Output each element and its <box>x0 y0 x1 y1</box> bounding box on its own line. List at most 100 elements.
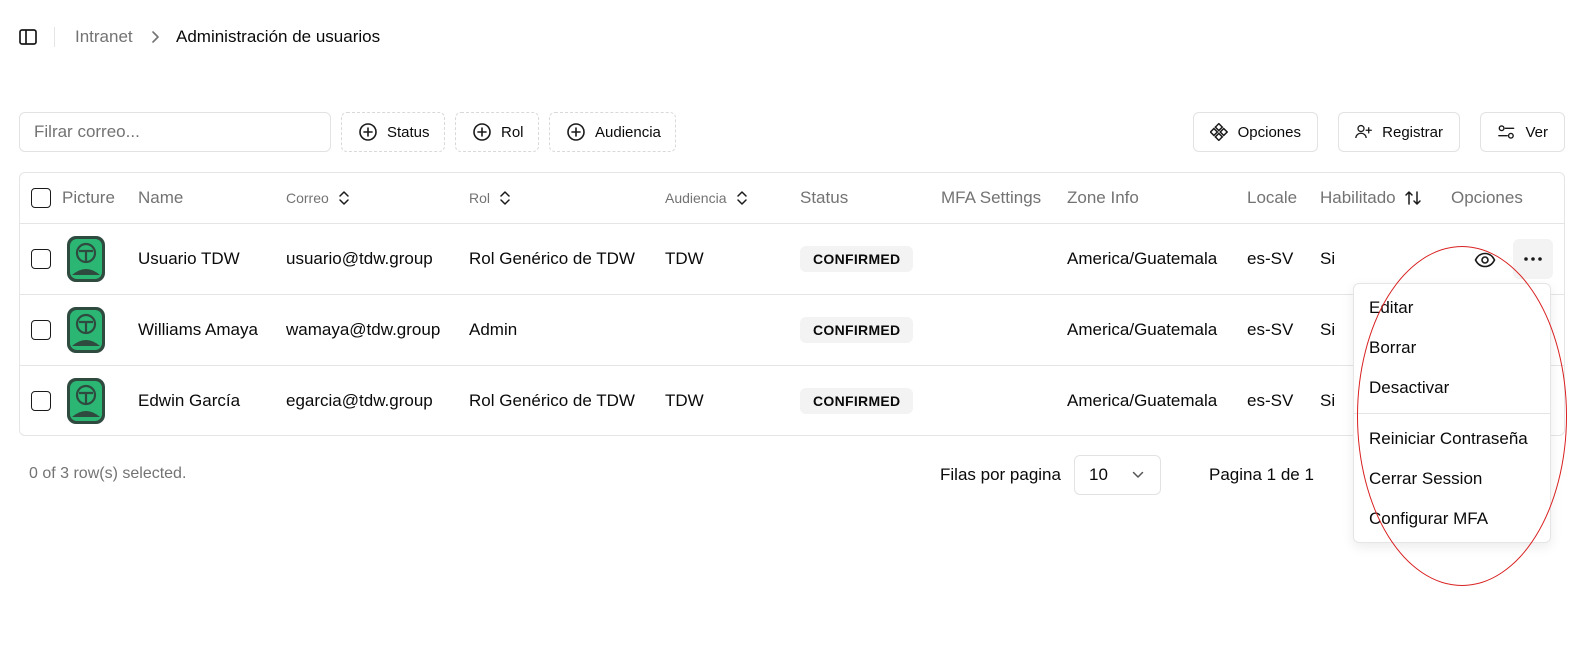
header-audiencia-label: Audiencia <box>665 190 727 206</box>
sort-icon <box>339 191 349 205</box>
table-row: Usuario TDW usuario@tdw.group Rol Genéri… <box>20 224 1564 295</box>
header-opciones: Opciones <box>1451 188 1523 207</box>
avatar-icon <box>67 307 105 353</box>
plus-circle-icon <box>567 123 585 141</box>
status-badge: CONFIRMED <box>800 388 914 414</box>
sidebar-toggle-icon[interactable] <box>18 27 38 47</box>
menu-divider <box>1354 413 1551 414</box>
cell-rol: Rol Genérico de TDW <box>469 249 635 268</box>
cell-correo: egarcia@tdw.group <box>286 391 433 410</box>
cell-audiencia: TDW <box>665 249 704 268</box>
header-habilitado[interactable]: Habilitado <box>1320 173 1422 223</box>
cell-name: Williams Amaya <box>138 320 258 339</box>
opciones-button-label: Opciones <box>1237 123 1301 141</box>
avatar-icon <box>67 236 105 282</box>
eye-icon <box>1474 252 1496 268</box>
options-icon <box>1210 123 1228 141</box>
cell-zone: America/Guatemala <box>1067 320 1218 339</box>
row-checkbox[interactable] <box>31 391 51 411</box>
cell-zone: America/Guatemala <box>1067 249 1218 268</box>
top-bar: Intranet Administración de usuarios <box>0 0 1572 74</box>
cell-habilitado: Si <box>1320 249 1336 268</box>
status-filter-label: Status <box>387 123 430 141</box>
registrar-button[interactable]: Registrar <box>1338 112 1460 152</box>
cell-correo: usuario@tdw.group <box>286 249 433 268</box>
header-status: Status <box>800 188 849 207</box>
filter-email-input[interactable] <box>19 112 331 152</box>
cell-status: CONFIRMED <box>800 224 914 294</box>
chevron-right-icon <box>150 30 162 44</box>
rol-filter-chip[interactable]: Rol <box>455 112 539 152</box>
plus-circle-icon <box>473 123 491 141</box>
header-mfa-settings: MFA Settings <box>941 188 1042 207</box>
sliders-icon <box>1498 125 1515 139</box>
rows-per-page-value: 10 <box>1089 465 1108 484</box>
ver-button[interactable]: Ver <box>1480 112 1565 152</box>
breadcrumb-root[interactable]: Intranet <box>75 27 133 47</box>
breadcrumb-current: Administración de usuarios <box>176 27 381 46</box>
sort-icon <box>500 191 510 205</box>
header-zone-info: Zone Info <box>1067 188 1139 207</box>
rows-per-page-select[interactable]: 10 <box>1074 455 1161 495</box>
sort-icon <box>736 191 747 205</box>
table-toolbar: Status Rol Audiencia Opciones Registrar … <box>0 112 1572 152</box>
header-picture: Picture <box>62 188 115 207</box>
view-button[interactable] <box>1465 240 1505 280</box>
ver-button-label: Ver <box>1525 123 1548 141</box>
menu-item-desactivar[interactable]: Desactivar <box>1355 369 1551 407</box>
header-correo[interactable]: Correo <box>286 173 351 223</box>
select-all-cell <box>31 173 51 223</box>
cell-name: Usuario TDW <box>138 249 240 268</box>
cell-status: CONFIRMED <box>800 295 914 365</box>
selection-count: 0 of 3 row(s) selected. <box>29 465 187 482</box>
row-select-cell <box>31 366 51 435</box>
cell-habilitado: Si <box>1320 320 1336 339</box>
row-checkbox[interactable] <box>31 249 51 269</box>
select-all-checkbox[interactable] <box>31 188 51 208</box>
sort-arrows-icon <box>1404 191 1421 205</box>
opciones-button[interactable]: Opciones <box>1193 112 1318 152</box>
cell-name: Edwin García <box>138 391 241 410</box>
header-audiencia[interactable]: Audiencia <box>665 173 749 223</box>
header-name: Name <box>138 188 184 207</box>
row-checkbox[interactable] <box>31 320 51 340</box>
ellipsis-icon <box>1524 257 1542 261</box>
topbar-divider <box>54 27 55 47</box>
menu-item-reiniciar-contrasena[interactable]: Reiniciar Contraseña <box>1355 420 1551 458</box>
status-filter-chip[interactable]: Status <box>341 112 445 152</box>
cell-habilitado: Si <box>1320 391 1336 410</box>
status-badge: CONFIRMED <box>800 246 914 272</box>
cell-locale: es-SV <box>1247 320 1294 339</box>
cell-audiencia: TDW <box>665 391 704 410</box>
header-correo-label: Correo <box>286 190 329 206</box>
table-row: Edwin García egarcia@tdw.group Rol Genér… <box>20 366 1564 435</box>
header-rol[interactable]: Rol <box>469 173 512 223</box>
page-info: Pagina 1 de 1 <box>1209 465 1314 484</box>
menu-item-editar[interactable]: Editar <box>1355 289 1551 327</box>
plus-circle-icon <box>359 123 377 141</box>
menu-item-configurar-mfa[interactable]: Configurar MFA <box>1355 500 1551 538</box>
cell-zone: America/Guatemala <box>1067 391 1218 410</box>
row-select-cell <box>31 224 51 294</box>
status-badge: CONFIRMED <box>800 317 914 343</box>
chevron-down-icon <box>1132 471 1144 478</box>
cell-locale: es-SV <box>1247 249 1294 268</box>
user-avatar <box>66 224 106 294</box>
row-select-cell <box>31 295 51 365</box>
header-rol-label: Rol <box>469 190 491 206</box>
user-avatar <box>66 295 106 365</box>
table-row: Williams Amaya wamaya@tdw.group Admin CO… <box>20 295 1564 366</box>
audiencia-filter-label: Audiencia <box>595 123 661 141</box>
rows-per-page-label: Filas por pagina <box>940 465 1061 484</box>
menu-item-borrar[interactable]: Borrar <box>1355 329 1551 367</box>
rol-filter-label: Rol <box>501 123 524 141</box>
row-actions-button[interactable] <box>1513 239 1553 279</box>
row-actions-menu: Editar Borrar Desactivar Reiniciar Contr… <box>1353 283 1551 543</box>
avatar-icon <box>67 378 105 424</box>
cell-correo: wamaya@tdw.group <box>286 320 441 339</box>
cell-rol: Admin <box>469 320 518 339</box>
cell-locale: es-SV <box>1247 391 1294 410</box>
header-habilitado-label: Habilitado <box>1320 188 1396 207</box>
audiencia-filter-chip[interactable]: Audiencia <box>549 112 676 152</box>
menu-item-cerrar-session[interactable]: Cerrar Session <box>1355 460 1551 498</box>
